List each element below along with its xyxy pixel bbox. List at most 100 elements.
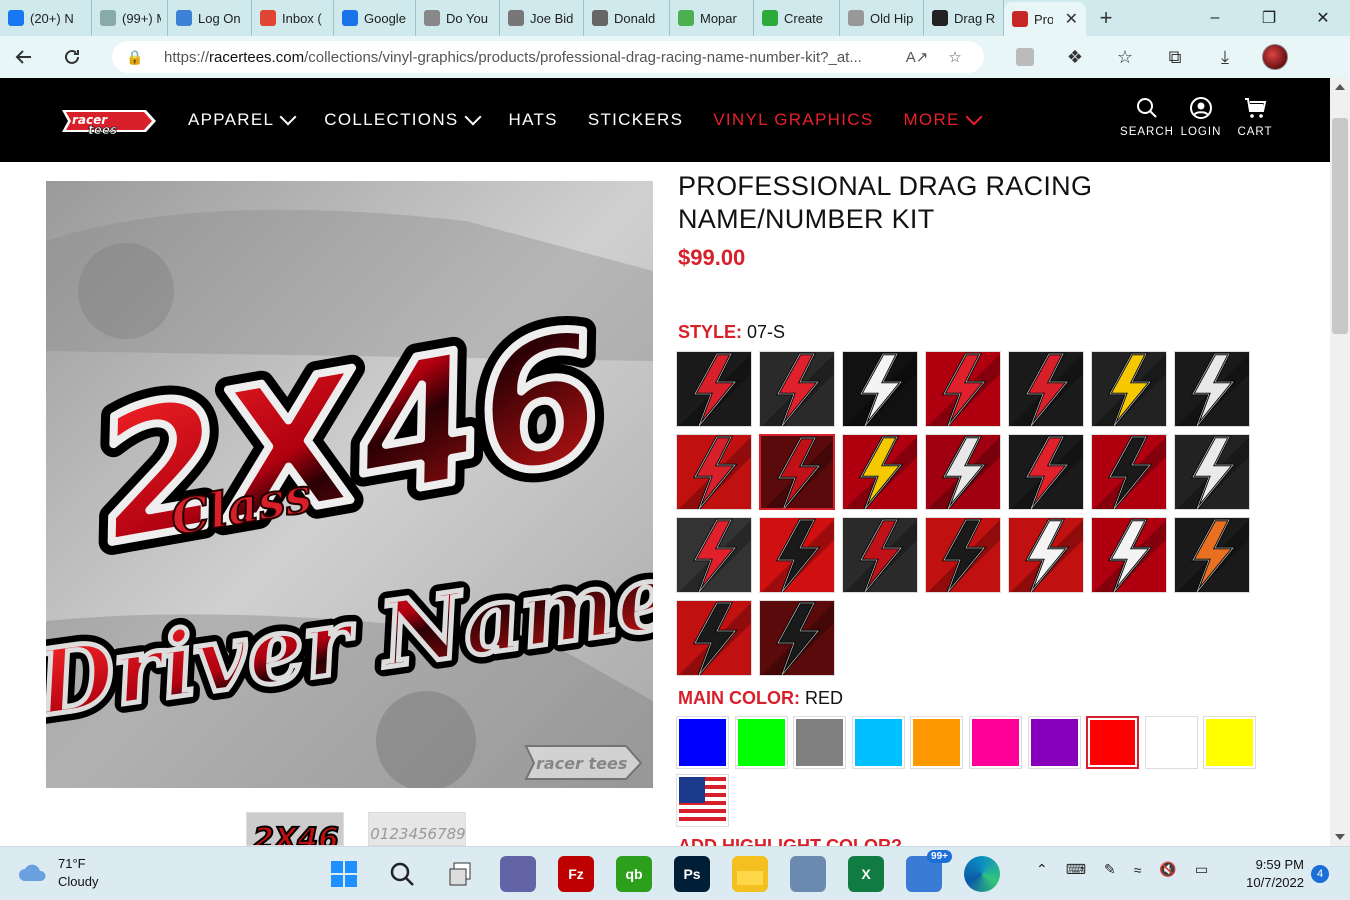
thumbnail-2[interactable]: 0123456789 [368,812,466,846]
login-button[interactable]: LOGIN [1174,96,1228,138]
color-swatch-pink[interactable] [969,716,1022,769]
browser-tab-active[interactable]: Pro ✕ [1004,2,1086,36]
color-swatch-light-blue[interactable] [851,716,905,769]
nav-item-vinyl-graphics[interactable]: VINYL GRAPHICS [713,110,873,130]
style-swatch[interactable] [1174,434,1250,510]
nav-item-collections[interactable]: COLLECTIONS [324,108,482,130]
scroll-down-arrow[interactable] [1335,834,1345,840]
notification-count-badge[interactable]: 4 [1311,865,1329,883]
color-swatch-blue[interactable] [676,716,729,769]
read-aloud-icon[interactable]: A↗ [902,48,932,66]
style-swatch[interactable] [842,517,918,593]
browser-tab[interactable]: Google [334,0,416,36]
dialpad-icon[interactable]: 99+ [906,850,952,892]
teams-icon[interactable] [500,856,536,892]
product-main-image[interactable]: 2X46 2X46 Class Driver Name Driver Name … [46,181,653,788]
close-window-button[interactable]: ✕ [1296,0,1350,36]
style-swatch[interactable] [1091,517,1167,593]
color-swatch-gray[interactable] [793,716,847,769]
style-swatch[interactable] [676,600,752,676]
racertees-logo[interactable]: racer tees [58,104,158,138]
browser-tab[interactable]: (20+) N [0,0,92,36]
scroll-thumb[interactable] [1332,118,1348,334]
search-icon[interactable] [384,856,420,892]
style-swatch[interactable] [759,517,835,593]
profile-avatar[interactable] [1250,44,1300,70]
favorite-star-icon[interactable]: ☆ [940,48,970,66]
style-swatch[interactable] [759,434,835,510]
downloads-icon[interactable]: ⤓ [1200,47,1250,68]
color-swatch-usa-flag[interactable] [676,774,729,827]
style-swatch[interactable] [1008,351,1084,427]
cart-button[interactable]: CART [1228,96,1282,138]
page-scrollbar[interactable] [1330,78,1350,846]
excel-icon[interactable]: X [848,856,884,892]
browser-tab[interactable]: Log On [168,0,252,36]
touch-keyboard-icon[interactable]: ⌨ [1066,861,1086,878]
windows-start-icon[interactable] [326,856,362,892]
browser-tab[interactable]: Mopar [670,0,754,36]
style-swatch[interactable] [842,434,918,510]
style-swatch[interactable] [1008,434,1084,510]
extension-k-icon[interactable] [1000,48,1050,66]
browser-tab[interactable]: Inbox ( [252,0,334,36]
style-swatch[interactable] [1091,434,1167,510]
wifi-icon[interactable]: ≈ [1134,862,1142,878]
quickbooks-icon[interactable]: qb [616,856,652,892]
style-swatch[interactable] [925,517,1001,593]
filezilla-icon[interactable]: Fz [558,856,594,892]
color-swatch-yellow[interactable] [1203,716,1257,769]
favorites-icon[interactable]: ☆ [1100,47,1150,68]
battery-icon[interactable]: ▭ [1195,861,1208,878]
edge-icon[interactable] [964,856,1000,892]
color-swatch-purple[interactable] [1027,716,1081,769]
nav-item-more[interactable]: MORE [903,108,983,130]
style-swatch[interactable] [1174,351,1250,427]
color-swatch-white[interactable] [1144,716,1198,769]
system-clock[interactable]: 9:59 PM 10/7/2022 [1236,856,1304,892]
browser-tab[interactable]: Old Hip [840,0,924,36]
browser-tab[interactable]: Joe Bid [500,0,584,36]
style-swatch[interactable] [1091,351,1167,427]
style-swatch[interactable] [759,600,835,676]
style-swatch[interactable] [925,351,1001,427]
style-swatch[interactable] [842,351,918,427]
color-swatch-green[interactable] [734,716,788,769]
search-button[interactable]: SEARCH [1120,96,1174,138]
minimize-button[interactable]: – [1188,0,1242,36]
thumbnail-1[interactable]: 2X46 [246,812,344,846]
style-swatch[interactable] [1174,517,1250,593]
extensions-puzzle-icon[interactable]: ❖ [1050,47,1100,68]
url-field[interactable]: 🔒 https://racertees.com/collections/viny… [112,41,984,73]
nav-item-hats[interactable]: HATS [509,110,558,130]
file-explorer-icon[interactable] [732,856,768,892]
task-view-icon[interactable] [442,856,478,892]
volume-muted-icon[interactable]: 🔇 [1159,861,1176,878]
new-tab-button[interactable]: + [1086,5,1126,31]
style-swatch[interactable] [1008,517,1084,593]
style-swatch[interactable] [676,351,752,427]
browser-tab[interactable]: Do You [416,0,500,36]
close-tab-icon[interactable]: ✕ [1065,9,1078,29]
maximize-button[interactable]: ❐ [1242,0,1296,36]
browser-tab[interactable]: (99+) M [92,0,168,36]
pen-icon[interactable]: ✎ [1104,861,1116,878]
style-swatch[interactable] [759,351,835,427]
style-swatch[interactable] [676,517,752,593]
back-button[interactable] [0,36,48,78]
browser-tab[interactable]: Donald [584,0,670,36]
color-swatch-red[interactable] [1086,716,1140,769]
style-swatch[interactable] [925,434,1001,510]
nav-item-stickers[interactable]: STICKERS [588,110,683,130]
browser-tab[interactable]: Create [754,0,840,36]
collections-icon[interactable]: ⧉ [1150,47,1200,68]
browser-tab[interactable]: Drag R [924,0,1004,36]
tray-overflow-chevron-icon[interactable]: ⌃ [1036,861,1048,878]
weather-widget[interactable]: 71°F Cloudy [18,855,98,891]
photoshop-icon[interactable]: Ps [674,856,710,892]
refresh-button[interactable] [48,36,96,78]
color-swatch-orange[interactable] [910,716,964,769]
scroll-up-arrow[interactable] [1335,84,1345,90]
keyboard-app-icon[interactable] [790,856,826,892]
style-swatch[interactable] [676,434,752,510]
